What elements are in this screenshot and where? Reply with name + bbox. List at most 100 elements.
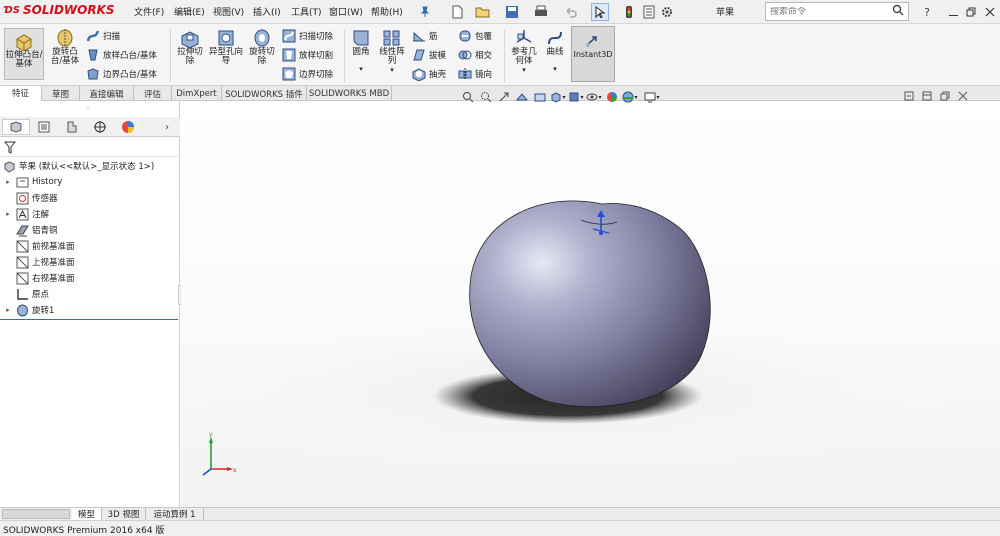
close-icon[interactable] [981,3,999,21]
tab-scroll-controls[interactable] [2,509,70,519]
tree-root-part[interactable]: 苹果 (默认<<默认>_显示状态 1>) [0,158,154,174]
display-style-icon[interactable]: ▾ [568,90,584,104]
chevron-down-icon[interactable]: ▾ [390,66,394,75]
zoom-to-area-icon[interactable] [478,90,494,104]
tree-item-history[interactable]: ▸ History [0,174,62,190]
pin-icon[interactable] [416,3,434,21]
tab-motion-study[interactable]: 运动算例 1 [146,508,204,520]
search-input[interactable] [770,6,880,17]
menu-view[interactable]: 视图(V) [213,5,244,18]
chevron-down-icon[interactable]: ▾ [553,65,557,74]
select-cursor-icon[interactable] [591,3,609,21]
tree-item-material[interactable]: 铝青铜 [0,222,58,238]
tab-evaluate[interactable]: 评估 [134,86,172,101]
tab-dimxpert[interactable]: DimXpert [172,86,222,101]
new-document-icon[interactable] [448,3,466,21]
print-icon[interactable] [532,3,550,21]
viewport-restore-icon[interactable] [940,91,950,104]
tree-item-revolve1[interactable]: ▸ 旋转1 [0,302,54,318]
draft-button[interactable]: 拔模 [412,48,446,62]
help-question-icon[interactable]: ? [918,3,936,21]
fillet-button[interactable]: 圆角 ▾ [348,28,374,74]
reference-geometry-button[interactable]: 参考几何体 ▾ [508,28,540,75]
view-orientation-icon[interactable]: ▾ [550,90,566,104]
tree-item-front-plane[interactable]: 前视基准面 [0,238,75,254]
menu-edit[interactable]: 编辑(E) [174,5,205,18]
open-folder-icon[interactable] [474,3,492,21]
tree-item-sensors[interactable]: 传感器 [0,190,58,206]
tree-item-right-plane[interactable]: 右视基准面 [0,270,75,286]
intersect-button[interactable]: 相交 [458,48,492,62]
display-manager-tab-icon[interactable] [114,119,142,135]
minimize-icon[interactable] [944,3,962,21]
lofted-cut-button[interactable]: 放样切割 [282,48,333,62]
chevron-down-icon[interactable]: ▾ [359,65,363,74]
property-manager-tab-icon[interactable] [30,119,58,135]
tab-features[interactable]: 特征 [0,86,42,101]
apply-scene-icon[interactable]: ▾ [622,90,638,104]
sweep-button[interactable]: 扫描 [86,29,120,43]
linear-pattern-button[interactable]: 线性阵列 ▾ [376,28,408,75]
menu-file[interactable]: 文件(F) [134,5,164,18]
graphics-area[interactable]: y x [181,101,1000,507]
tab-sketch[interactable]: 草图 [42,86,80,101]
wrap-button[interactable]: 包覆 [458,29,492,43]
feature-tree-tab-icon[interactable] [2,119,30,135]
tree-item-annotations[interactable]: ▸ 注解 [0,206,49,222]
save-icon[interactable] [503,3,521,21]
configuration-manager-tab-icon[interactable] [58,119,86,135]
curves-button[interactable]: 曲线 ▾ [542,28,568,74]
undo-icon[interactable] [562,3,580,21]
rebuild-icon[interactable] [620,3,638,21]
hole-wizard-button[interactable]: 异型孔向导 [208,28,244,66]
options-gear-icon[interactable] [658,3,676,21]
section-view-icon[interactable] [514,90,530,104]
menu-help[interactable]: 帮助(H) [371,5,403,18]
revolve-cut-button[interactable]: 旋转切除 [246,28,278,66]
dynamic-annotation-icon[interactable] [532,90,548,104]
tile-window-icon[interactable] [922,91,932,104]
tab-3d-views[interactable]: 3D 视图 [102,508,146,520]
solidworks-logo[interactable]: ƊS SOLIDWORKS [4,3,115,17]
tab-direct-editing[interactable]: 直接编辑 [80,86,134,101]
previous-view-icon[interactable] [496,90,512,104]
filter-icon[interactable] [3,141,17,157]
tab-mbd[interactable]: SOLIDWORKS MBD [307,86,392,101]
loft-boss-button[interactable]: 放样凸台/基体 [86,48,157,62]
revolve-boss-button[interactable]: 旋转凸台/基体 [46,28,84,66]
tab-addins[interactable]: SOLIDWORKS 插件 [222,86,307,101]
tree-item-origin[interactable]: 原点 [0,286,49,302]
mirror-button[interactable]: 镜向 [458,67,492,81]
file-properties-icon[interactable] [640,3,658,21]
expand-arrow-icon[interactable]: ▸ [4,178,12,186]
menu-window[interactable]: 窗口(W) [329,5,363,18]
panel-splitter-handle[interactable]: ◦ [86,104,91,113]
rollback-bar[interactable] [0,319,178,320]
view-settings-icon[interactable]: ▾ [644,90,660,104]
expand-arrow-icon[interactable]: ▸ [4,306,12,314]
menu-insert[interactable]: 插入(I) [253,5,281,18]
hide-show-items-icon[interactable]: ▾ [586,90,602,104]
extrude-boss-button[interactable]: 拉伸凸台/基体 [4,28,44,80]
menu-tools[interactable]: 工具(T) [291,5,322,18]
extrude-cut-button[interactable]: 拉伸切除 [174,28,206,66]
dimxpert-manager-tab-icon[interactable] [86,119,114,135]
chevron-right-icon[interactable]: › [158,119,176,135]
tab-model[interactable]: 模型 [72,508,102,520]
restore-icon[interactable] [962,3,980,21]
shell-button[interactable]: 抽壳 [412,67,446,81]
boundary-cut-button[interactable]: 边界切除 [282,67,333,81]
chevron-down-icon[interactable]: ▾ [522,66,526,75]
expand-arrow-icon[interactable]: ▸ [4,210,12,218]
tree-item-top-plane[interactable]: 上视基准面 [0,254,75,270]
apple-model[interactable] [469,200,711,407]
rib-button[interactable]: 筋 [412,29,438,43]
search-icon[interactable] [892,4,904,19]
expand-panel-icon[interactable] [904,91,914,104]
zoom-to-fit-icon[interactable] [460,90,476,104]
edit-appearance-icon[interactable] [604,90,620,104]
viewport-close-icon[interactable] [958,91,968,104]
boundary-boss-button[interactable]: 边界凸台/基体 [86,67,157,81]
swept-cut-button[interactable]: 扫描切除 [282,29,333,43]
instant3d-button[interactable]: Instant3D [571,26,615,82]
